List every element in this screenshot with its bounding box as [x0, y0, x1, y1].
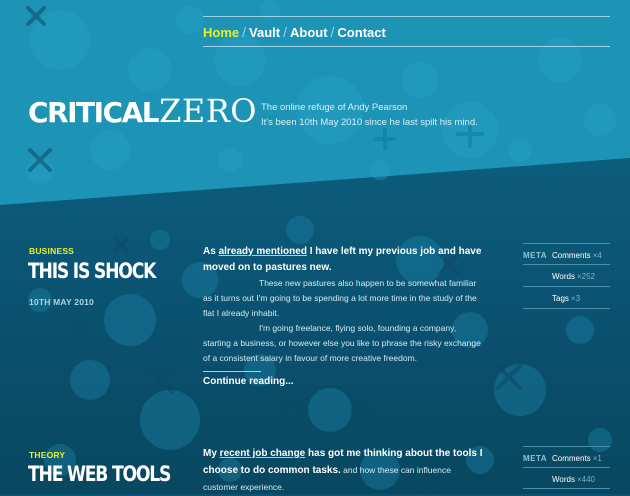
- meta-comments[interactable]: Comments ×4: [552, 251, 610, 260]
- meta-row-label: Tags: [552, 294, 569, 303]
- post-lead: My recent job change has got me thinking…: [203, 446, 485, 496]
- meta-label: META: [523, 251, 548, 260]
- meta-row-count: ×1: [592, 454, 602, 463]
- meta-row-count: ×252: [576, 272, 595, 281]
- site-tagline: The online refuge of Andy Pearson It's b…: [261, 100, 478, 130]
- main-nav: Home / Vault / About / Contact: [203, 24, 386, 40]
- meta-row-label: Comments: [552, 454, 591, 463]
- meta-row-count: ×440: [576, 475, 595, 484]
- nav-item-vault[interactable]: Vault: [249, 25, 280, 40]
- continue-reading-link[interactable]: Continue reading...: [203, 376, 294, 387]
- nav-item-contact[interactable]: Contact: [337, 25, 385, 40]
- page: Home / Vault / About / Contact CRITICAL …: [0, 0, 630, 494]
- meta-rule: [523, 243, 610, 244]
- meta-words: Words ×252: [552, 272, 610, 281]
- lead-text: My: [203, 448, 220, 459]
- meta-row-count: ×4: [592, 251, 602, 260]
- tagline-line-1: The online refuge of Andy Pearson: [261, 102, 408, 113]
- post-paragraph: These new pastures also happen to be som…: [203, 276, 485, 321]
- meta-row-label: Words: [552, 272, 575, 281]
- logo-bold-text: CRITICAL: [28, 96, 160, 129]
- meta-rule: [523, 446, 610, 447]
- site-logo[interactable]: CRITICAL ZERO: [28, 92, 257, 130]
- paragraph-text: These new pastures also happen to be som…: [203, 278, 477, 318]
- meta-row-label: Comments: [552, 251, 591, 260]
- paragraph-text: I'm going freelance, flying solo, foundi…: [203, 323, 481, 363]
- post-title[interactable]: THIS IS SHOCK: [28, 259, 156, 283]
- nav-bottom-rule: [203, 46, 610, 47]
- meta-rule: [523, 467, 610, 468]
- nav-separator: /: [283, 24, 287, 40]
- recent-job-change-link[interactable]: recent job change: [220, 448, 306, 459]
- meta-rule: [523, 264, 610, 265]
- meta-row-label: Words: [552, 475, 575, 484]
- meta-tags[interactable]: Tags ×3: [552, 294, 610, 303]
- post-paragraph: I'm going freelance, flying solo, foundi…: [203, 321, 485, 366]
- meta-row-count: ×3: [570, 294, 581, 303]
- post-excerpt: My recent job change has got me thinking…: [203, 446, 485, 496]
- post-title[interactable]: THE WEB TOOLS: [28, 462, 171, 486]
- post-lead: As already mentioned I have left my prev…: [203, 244, 485, 276]
- meta-words: Words ×440: [552, 475, 610, 484]
- nav-separator: /: [242, 24, 247, 40]
- logo-serif-text: ZERO: [159, 92, 258, 130]
- meta-rule: [523, 286, 610, 287]
- already-mentioned-link[interactable]: already mentioned: [219, 246, 307, 257]
- nav-separator: /: [330, 24, 335, 40]
- post-category[interactable]: THEORY: [29, 450, 65, 460]
- tagline-line-2: It's been 10th May 2010 since he last sp…: [261, 117, 478, 128]
- post-excerpt: As already mentioned I have left my prev…: [203, 244, 485, 366]
- nav-top-rule: [203, 16, 610, 17]
- lead-text: As: [203, 246, 219, 257]
- post-date: 10TH MAY 2010: [29, 297, 94, 307]
- meta-comments[interactable]: Comments ×1: [552, 454, 610, 463]
- meta-rule: [523, 308, 610, 309]
- nav-item-about[interactable]: About: [290, 25, 328, 40]
- post-category[interactable]: BUSINESS: [29, 246, 74, 256]
- nav-item-home[interactable]: Home: [203, 25, 239, 40]
- meta-label: META: [523, 454, 548, 463]
- continue-rule: [203, 371, 261, 372]
- meta-rule: [523, 488, 610, 489]
